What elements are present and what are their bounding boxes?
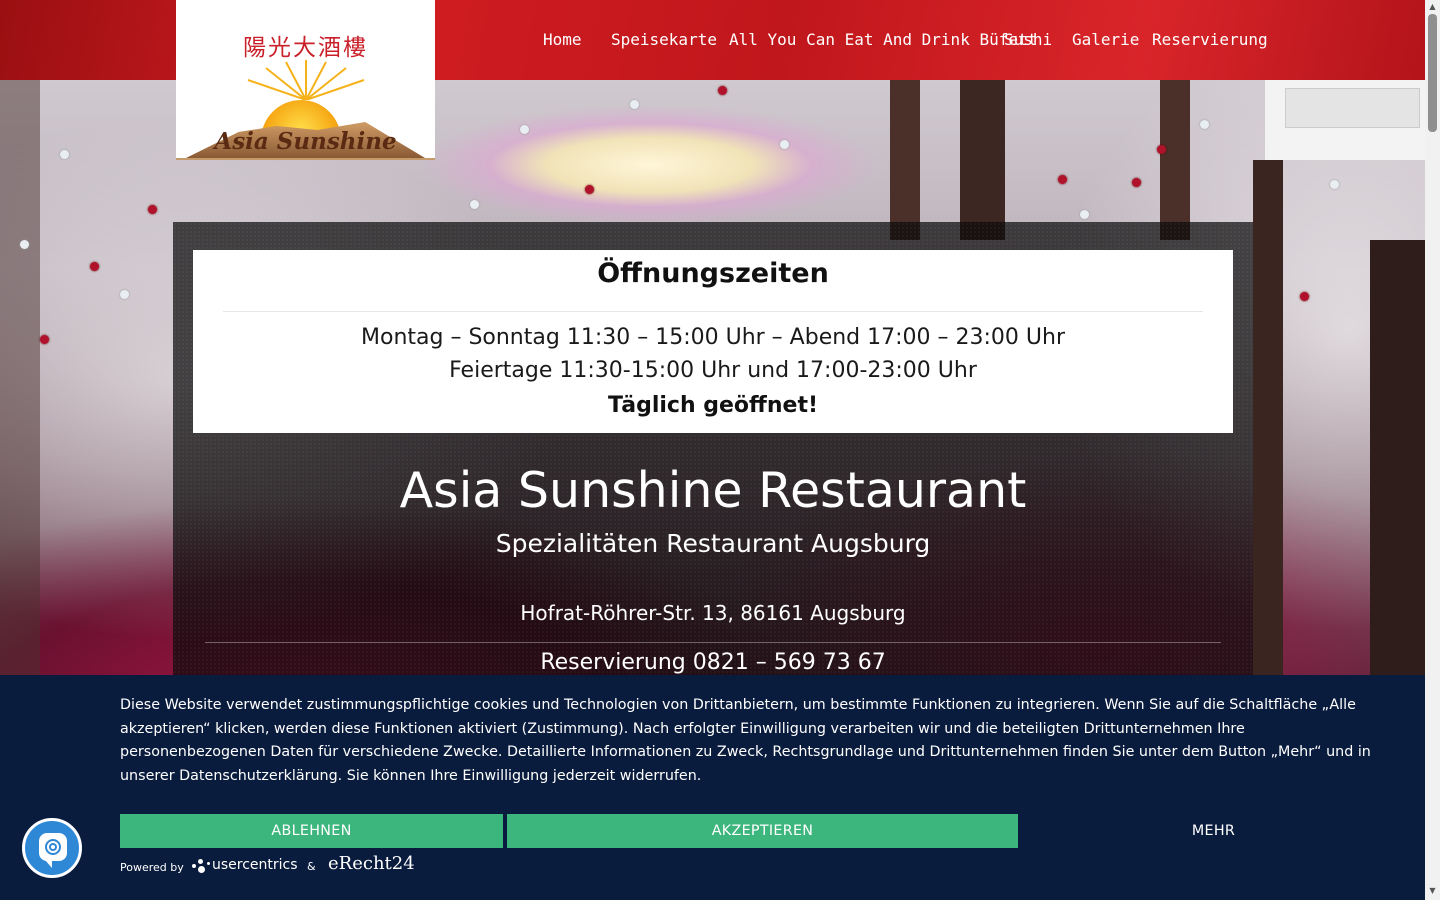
- opening-hours-box: Öffnungszeiten Montag – Sonntag 11:30 – …: [193, 250, 1233, 433]
- site-logo[interactable]: 陽光大酒樓 Asia Sunshine: [176, 0, 435, 160]
- fingerprint-ring: [49, 843, 57, 851]
- restaurant-subtitle: Spezialitäten Restaurant Augsburg: [495, 529, 931, 558]
- powered-by-label: Powered by: [120, 861, 184, 874]
- divider: [205, 642, 1221, 643]
- privacy-settings-button[interactable]: [22, 818, 82, 878]
- scroll-down-icon[interactable]: ▼: [1427, 886, 1438, 896]
- erecht24-logo[interactable]: eRecht24: [328, 853, 415, 874]
- nav-sushi[interactable]: Sushi: [1004, 30, 1052, 49]
- nav-speisekarte[interactable]: Speisekarte: [611, 30, 717, 49]
- opening-hours-title: Öffnungszeiten: [597, 258, 829, 289]
- opening-hours-line: Montag – Sonntag 11:30 – 15:00 Uhr – Abe…: [361, 325, 1065, 350]
- nav-reservierung[interactable]: Reservierung: [1152, 30, 1268, 49]
- scrollbar-thumb[interactable]: [1428, 14, 1437, 132]
- reservation-phone[interactable]: Reservierung 0821 – 569 73 67: [173, 650, 1253, 675]
- page-scrollbar[interactable]: [1425, 0, 1440, 900]
- nav-galerie[interactable]: Galerie: [1072, 30, 1139, 49]
- usercentrics-text: usercentrics: [212, 857, 298, 873]
- main-navigation: Home Speisekarte All You Can Eat And Dri…: [0, 30, 1425, 52]
- nav-buffet[interactable]: All You Can Eat And Drink Büfett: [729, 30, 1037, 49]
- usercentrics-logo[interactable]: usercentrics: [190, 857, 298, 873]
- holiday-hours-line: Feiertage 11:30-15:00 Uhr und 17:00-23:0…: [449, 358, 977, 383]
- divider: [223, 311, 1203, 312]
- more-button[interactable]: MEHR: [1022, 814, 1405, 848]
- cookie-consent-banner: Diese Website verwendet zustimmungspflic…: [0, 675, 1425, 900]
- restaurant-title: Asia Sunshine Restaurant: [399, 462, 1027, 519]
- logo-name: Asia Sunshine: [214, 128, 397, 155]
- ampersand: &: [307, 860, 316, 873]
- daily-open-line: Täglich geöffnet!: [607, 393, 819, 418]
- restaurant-address: Hofrat-Röhrer-Str. 13, 86161 Augsburg: [520, 601, 906, 625]
- usercentrics-dots-icon: [190, 858, 212, 873]
- deny-button[interactable]: ABLEHNEN: [120, 814, 503, 848]
- nav-home[interactable]: Home: [543, 30, 582, 49]
- cookie-consent-text: Diese Website verwendet zustimmungspflic…: [120, 697, 1371, 785]
- accept-button[interactable]: AKZEPTIEREN: [507, 814, 1018, 848]
- scroll-up-icon[interactable]: ▲: [1427, 2, 1438, 12]
